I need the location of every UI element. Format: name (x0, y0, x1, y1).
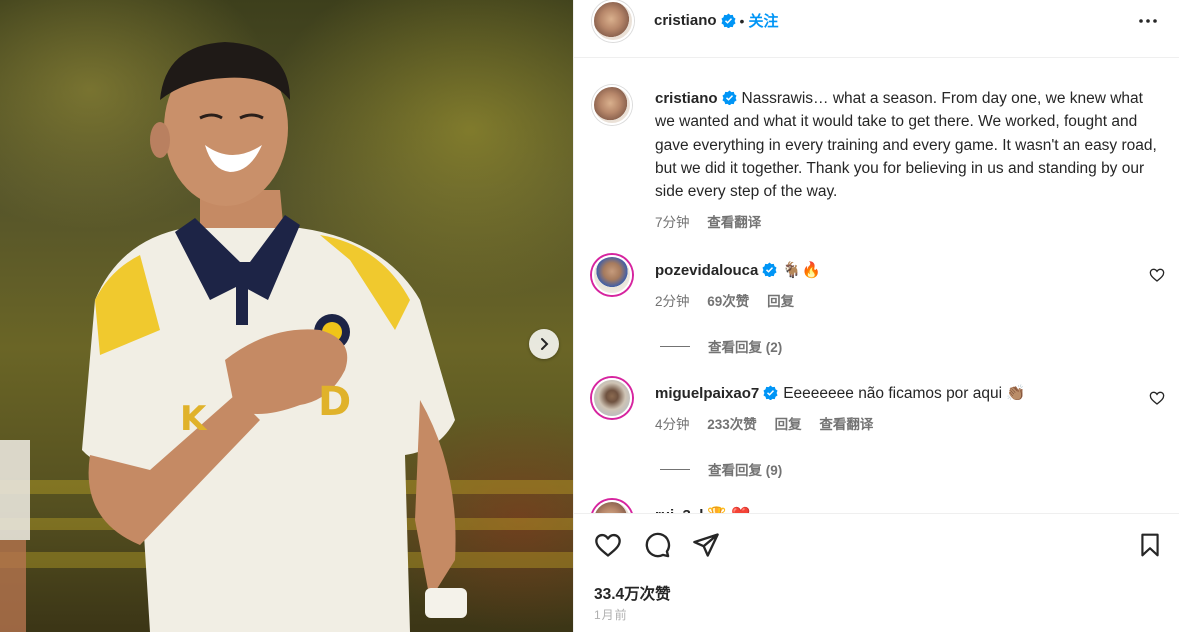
comment-like-count[interactable]: 233次赞 (707, 417, 757, 432)
author-username[interactable]: cristiano (654, 12, 717, 29)
more-options-icon[interactable] (1136, 9, 1160, 33)
verified-badge-icon (721, 13, 736, 28)
comment-time: 2分钟 (655, 294, 690, 310)
post-header: cristiano • 关注 (574, 0, 1179, 58)
action-bar (574, 514, 1179, 574)
comment-username[interactable]: miguelpaixao7 (655, 385, 759, 402)
author-avatar[interactable] (592, 0, 634, 42)
caption-text: Nassrawis… what a season. From day one, … (655, 90, 1157, 201)
post-date: 1月前 (594, 608, 628, 622)
reply-button[interactable]: 回复 (775, 417, 802, 432)
commenter-avatar[interactable] (592, 500, 632, 513)
reply-button[interactable]: 回复 (767, 294, 794, 309)
next-photo-button[interactable] (529, 329, 559, 359)
follow-button[interactable]: 关注 (748, 10, 778, 31)
view-replies-label: 查看回复 (9) (708, 463, 783, 478)
verified-badge-icon (762, 262, 777, 277)
heart-icon[interactable] (593, 531, 623, 559)
svg-text:K: K (180, 399, 208, 439)
comments-section[interactable]: cristiano Nassrawis… what a season. From … (574, 59, 1179, 513)
svg-text:D: D (318, 379, 351, 425)
chevron-right-icon (541, 338, 549, 350)
comment-heart-icon[interactable] (1149, 390, 1165, 406)
post-photo: K D (0, 0, 573, 632)
view-replies-button[interactable]: 查看回复 (9) (660, 459, 782, 479)
comment-heart-icon[interactable] (1149, 267, 1165, 283)
commenter-avatar[interactable] (592, 378, 632, 418)
comment-body: miguelpaixao7 Eeeeeeee não ficamos por aq… (655, 382, 1165, 437)
comment-time: 4分钟 (655, 417, 690, 433)
verified-badge-icon (763, 385, 778, 400)
bookmark-icon[interactable] (1137, 531, 1163, 559)
like-count[interactable]: 33.4万次赞 (594, 582, 671, 604)
comment-text: Eeeeeeee não ficamos por aqui 👏🏽 (783, 385, 1026, 402)
comment-icon[interactable] (643, 531, 671, 559)
caption-time: 7分钟 (655, 215, 690, 231)
comment-text: 🐐🔥 (782, 262, 821, 279)
caption-body: cristiano Nassrawis… what a season. From … (655, 87, 1165, 235)
separator-dot: • (739, 12, 745, 29)
comment-body: pozevidalouca 🐐🔥 2分钟 69次赞 回复 (655, 259, 1165, 314)
comment-like-count[interactable]: 69次赞 (707, 294, 749, 309)
caption-username[interactable]: cristiano (655, 90, 718, 107)
author-avatar[interactable] (592, 85, 632, 125)
comment-username[interactable]: pozevidalouca (655, 262, 758, 279)
replies-line (660, 345, 690, 347)
comment-meta: 2分钟 69次赞 回复 (655, 290, 1165, 313)
see-translation-link[interactable]: 查看翻译 (707, 215, 761, 230)
player-illustration: K D (0, 42, 467, 632)
verified-badge-icon (722, 90, 737, 105)
see-translation-link[interactable]: 查看翻译 (819, 417, 873, 432)
comment-body: rui_3_l🏆 ❤️ (655, 504, 1165, 513)
post-detail-panel: cristiano • 关注 cristiano Nassrawis… what … (573, 0, 1179, 632)
replies-line (660, 468, 690, 470)
view-replies-label: 查看回复 (2) (708, 340, 783, 355)
author-line: cristiano • 关注 (654, 10, 778, 31)
comment-meta: 4分钟 233次赞 回复 查看翻译 (655, 413, 1165, 436)
paper-plane-icon[interactable] (692, 531, 720, 559)
commenter-avatar[interactable] (592, 255, 632, 295)
view-replies-button[interactable]: 查看回复 (2) (660, 336, 782, 356)
caption-meta: 7分钟 查看翻译 (655, 211, 1165, 234)
